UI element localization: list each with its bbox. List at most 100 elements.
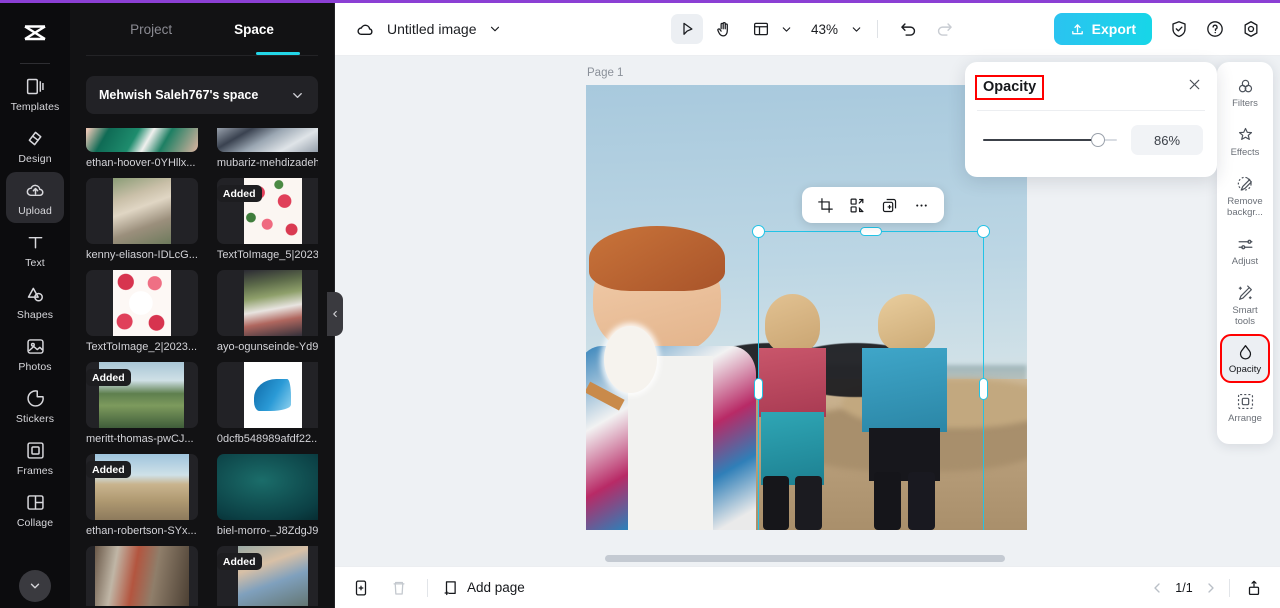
asset-thumbnail[interactable] — [216, 454, 318, 520]
top-toolbar: Untitled image 43% Export — [335, 3, 1280, 56]
sidebar-item-label: Stickers — [15, 413, 55, 425]
export-button[interactable]: Export — [1053, 13, 1152, 45]
asset-item[interactable]: 0dcfb548989afdf22... — [216, 362, 318, 445]
tool-arrange[interactable]: Arrange — [1222, 385, 1268, 430]
asset-thumbnail[interactable]: Added — [216, 178, 318, 244]
opacity-value-input[interactable]: 86% — [1131, 125, 1203, 155]
crop-button[interactable] — [811, 191, 839, 219]
cloud-icon — [357, 24, 373, 35]
asset-item[interactable]: Added TextToImage_5|2023... — [216, 178, 318, 261]
sidebar-item-shapes[interactable]: Shapes — [6, 276, 64, 327]
asset-item[interactable]: Added ethan-robertson-SYx... — [86, 454, 198, 537]
space-selector[interactable]: Mehwish Saleh767's space — [86, 76, 318, 114]
flip-button[interactable] — [843, 191, 871, 219]
export-page-button[interactable] — [1240, 574, 1268, 602]
artboard[interactable] — [586, 85, 1027, 530]
export-label: Export — [1091, 21, 1136, 37]
page-indicator: 1/1 — [1175, 580, 1193, 595]
bottom-bar: Add page 1/1 — [335, 566, 1280, 608]
delete-page-button[interactable] — [385, 574, 413, 602]
asset-item[interactable]: mubariz-mehdizadeh... — [216, 128, 318, 169]
asset-thumbnail[interactable] — [216, 128, 318, 152]
document-title-group[interactable]: Untitled image — [355, 19, 502, 40]
tab-space[interactable]: Space — [230, 22, 278, 37]
tool-smart-tools[interactable]: Smart tools — [1222, 277, 1268, 333]
asset-thumbnail[interactable] — [86, 128, 198, 152]
next-page-button[interactable] — [1203, 580, 1219, 596]
object-float-toolbar[interactable] — [802, 187, 944, 223]
chevron-down-icon[interactable] — [780, 23, 793, 36]
opacity-popover-close-button[interactable] — [1186, 76, 1203, 98]
opacity-slider-knob[interactable] — [1091, 133, 1106, 147]
shield-button[interactable] — [1164, 14, 1194, 44]
chevron-down-icon[interactable] — [488, 22, 502, 36]
hand-tool-button[interactable] — [707, 14, 739, 44]
settings-button[interactable] — [1236, 14, 1266, 44]
prev-page-button[interactable] — [1149, 580, 1165, 596]
sidebar-item-label: Design — [18, 153, 52, 165]
asset-thumbnail[interactable] — [86, 546, 198, 606]
tool-label: Smart tools — [1232, 304, 1258, 327]
layout-icon-wrap[interactable] — [745, 14, 777, 44]
sidebar-item-design[interactable]: Design — [6, 120, 64, 171]
asset-item[interactable]: ethan-hoover-0YHllx... — [86, 128, 198, 169]
asset-grid[interactable]: ethan-hoover-0YHllx... mubariz-mehdizade… — [86, 128, 318, 606]
shield-check-icon — [1172, 21, 1186, 38]
crop-icon — [817, 197, 833, 213]
tool-effects[interactable]: Effects — [1222, 119, 1268, 164]
asset-item[interactable]: biel-morro-_J8ZdgJ9... — [216, 454, 318, 537]
tool-adjust[interactable]: Adjust — [1222, 228, 1268, 273]
chevron-down-icon — [293, 92, 302, 98]
asset-thumbnail[interactable]: Added — [86, 362, 198, 428]
asset-item[interactable] — [86, 546, 198, 606]
asset-thumbnail[interactable]: Added — [216, 546, 318, 606]
zoom-level[interactable]: 43% — [811, 22, 838, 37]
more-button[interactable] — [907, 191, 935, 219]
tool-label: Effects — [1230, 146, 1260, 158]
sidebar-item-upload[interactable]: Upload — [6, 172, 64, 223]
layout-tool-button[interactable] — [743, 14, 795, 44]
canvas-horizontal-scrollbar[interactable] — [605, 555, 1005, 562]
tool-filters[interactable]: Filters — [1222, 70, 1268, 115]
undo-button[interactable] — [892, 14, 924, 44]
panel-collapse-button[interactable] — [327, 292, 343, 336]
asset-item[interactable]: ayo-ogunseinde-Yd9... — [216, 270, 318, 353]
sidebar-item-photos[interactable]: Photos — [6, 328, 64, 379]
duplicate-page-button[interactable] — [347, 574, 375, 602]
asset-thumbnail[interactable]: Added — [86, 454, 198, 520]
zoom-chevron-down-icon[interactable] — [850, 23, 863, 36]
rail-divider — [20, 63, 50, 64]
capcut-logo-icon[interactable] — [14, 13, 56, 55]
sidebar-item-frames[interactable]: Frames — [6, 432, 64, 483]
capcut-editor-window: Templates Design Upload Text Shapes Phot… — [0, 0, 1280, 608]
asset-thumbnail[interactable] — [86, 270, 198, 336]
asset-thumbnail[interactable] — [216, 362, 318, 428]
remove-background-icon — [1237, 176, 1252, 191]
sidebar-item-text[interactable]: Text — [6, 224, 64, 275]
opacity-popover[interactable]: Opacity 86% — [965, 62, 1217, 177]
asset-item[interactable]: TextToImage_2|2023... — [86, 270, 198, 353]
tool-opacity[interactable]: Opacity — [1220, 334, 1270, 384]
opacity-popover-title: Opacity — [974, 74, 1045, 100]
add-page-button[interactable]: Add page — [442, 579, 525, 597]
asset-name: TextToImage_2|2023... — [86, 341, 198, 353]
asset-thumbnail[interactable] — [86, 178, 198, 244]
select-tool-button[interactable] — [671, 14, 703, 44]
tool-remove-background[interactable]: Remove backgr... — [1222, 168, 1268, 224]
opacity-slider[interactable] — [983, 133, 1117, 147]
redo-button[interactable] — [928, 14, 960, 44]
photo-subject-girl — [745, 293, 846, 530]
asset-thumbnail[interactable] — [216, 270, 318, 336]
sidebar-item-templates[interactable]: Templates — [6, 68, 64, 119]
help-button[interactable] — [1200, 14, 1230, 44]
duplicate-button[interactable] — [875, 191, 903, 219]
rail-collapse-button[interactable] — [19, 570, 51, 602]
layout-icon — [753, 22, 769, 36]
tab-project[interactable]: Project — [126, 22, 176, 37]
photo-subject-boy-right — [851, 294, 966, 531]
sidebar-item-collage[interactable]: Collage — [6, 484, 64, 535]
sidebar-item-stickers[interactable]: Stickers — [6, 380, 64, 431]
asset-item[interactable]: Added — [216, 546, 318, 606]
asset-item[interactable]: Added meritt-thomas-pwCJ... — [86, 362, 198, 445]
asset-item[interactable]: kenny-eliason-IDLcG... — [86, 178, 198, 261]
